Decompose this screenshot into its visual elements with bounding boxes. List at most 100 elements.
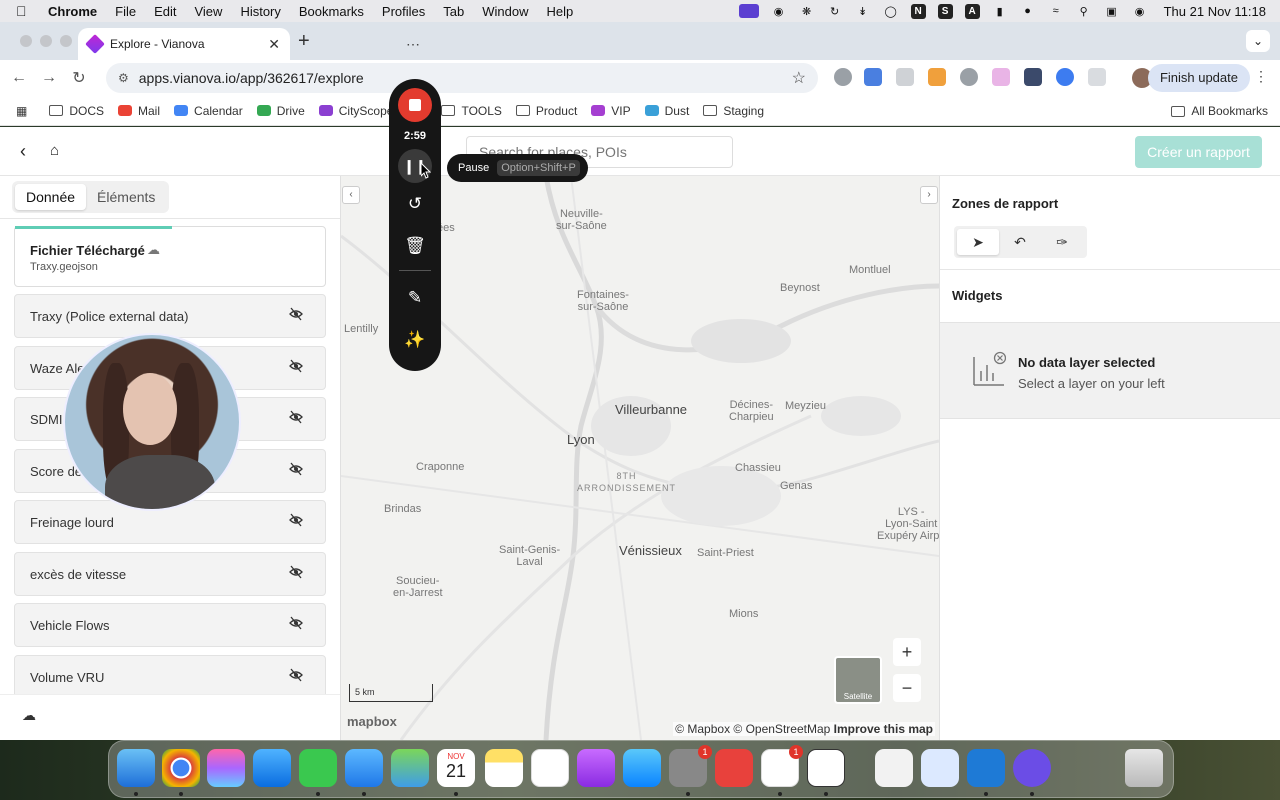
finder-icon[interactable]: [117, 749, 155, 787]
notion-status-icon[interactable]: N: [910, 3, 926, 19]
messages-icon[interactable]: [299, 749, 337, 787]
bookmark-drive[interactable]: Drive: [256, 104, 305, 118]
extensions-puzzle-icon[interactable]: [1088, 68, 1106, 86]
all-bookmarks[interactable]: All Bookmarks: [1171, 104, 1268, 118]
spotlight-search-icon[interactable]: ⚲: [1076, 4, 1092, 18]
tab-elements[interactable]: Éléments: [86, 184, 166, 210]
webcam-bubble[interactable]: [63, 333, 241, 511]
extension-new-icon[interactable]: [928, 68, 946, 86]
chevrons-down-icon[interactable]: ↡: [855, 4, 871, 18]
eye-off-icon[interactable]: [289, 668, 303, 682]
eye-off-icon[interactable]: [289, 410, 303, 424]
draw-curve-icon[interactable]: ↶: [999, 229, 1041, 255]
chrome-icon[interactable]: [162, 749, 200, 787]
menubar-clock[interactable]: Thu 21 Nov 11:18: [1164, 4, 1266, 19]
collapse-left-panel-button[interactable]: ‹: [342, 186, 360, 204]
eye-off-icon[interactable]: [289, 359, 303, 373]
layer-item[interactable]: Volume VRU: [14, 655, 326, 699]
trash-icon[interactable]: 🗑: [389, 236, 441, 256]
calendar-app-icon[interactable]: NOV 21: [437, 749, 475, 787]
back-arrow-icon[interactable]: ←: [4, 69, 34, 87]
upload-cloud-icon[interactable]: ☁: [22, 707, 36, 724]
wifi-icon[interactable]: ≈: [1048, 4, 1064, 18]
onepassword-icon[interactable]: ◯: [883, 4, 899, 18]
bookmark-dust[interactable]: Dust: [644, 104, 689, 118]
bookmark-product[interactable]: Product: [515, 104, 577, 118]
s-status-icon[interactable]: S: [937, 3, 953, 19]
draw-polygon-pen-icon[interactable]: ✑: [1041, 229, 1083, 255]
magic-wand-icon[interactable]: ✨: [389, 330, 441, 350]
app-store-icon[interactable]: [623, 749, 661, 787]
bookmark-calendar[interactable]: Calendar: [174, 104, 243, 118]
browser-tab-active[interactable]: Explore - Vianova ✕: [78, 28, 290, 60]
safari-icon[interactable]: [253, 749, 291, 787]
layer-item[interactable]: excès de vitesse: [14, 552, 326, 596]
bookmark-cityscope[interactable]: CityScope: [318, 104, 393, 118]
extension-grammarly-icon[interactable]: [960, 68, 978, 86]
eye-off-icon[interactable]: [289, 513, 303, 527]
sync-icon[interactable]: ↻: [827, 4, 843, 18]
menu-file[interactable]: File: [115, 4, 136, 19]
bookmark-vip[interactable]: VIP: [591, 104, 631, 118]
s-app-icon[interactable]: [715, 749, 753, 787]
pencil-icon[interactable]: ✎: [389, 288, 441, 308]
freeform-icon[interactable]: [531, 749, 569, 787]
launchpad-icon[interactable]: [207, 749, 245, 787]
menu-tab[interactable]: Tab: [443, 4, 464, 19]
control-center-icon[interactable]: ▣: [1104, 4, 1120, 18]
uploaded-file-card[interactable]: Fichier Téléchargé ☁ Traxy.geojson: [14, 226, 326, 287]
eye-off-icon[interactable]: [289, 307, 303, 321]
notion-icon[interactable]: [807, 749, 845, 787]
zoom-out-button[interactable]: −: [893, 674, 921, 702]
menu-bookmarks[interactable]: Bookmarks: [299, 4, 364, 19]
tab-donnee[interactable]: Donnée: [15, 184, 87, 210]
user-icon[interactable]: ●: [1020, 4, 1036, 18]
reload-icon[interactable]: ↻: [64, 68, 94, 88]
eye-off-icon[interactable]: [289, 462, 303, 476]
apps-grid-icon[interactable]: ▦: [16, 104, 27, 118]
menu-profiles[interactable]: Profiles: [382, 4, 425, 19]
gear-icon[interactable]: ❋: [799, 4, 815, 18]
home-icon[interactable]: ⌂: [50, 142, 59, 159]
preview-icon[interactable]: [921, 749, 959, 787]
extension-hex-icon[interactable]: [1024, 68, 1042, 86]
bookmark-staging[interactable]: Staging: [703, 104, 764, 118]
bookmark-star-icon[interactable]: ☆: [792, 68, 806, 88]
notes-icon[interactable]: [485, 749, 523, 787]
menu-edit[interactable]: Edit: [154, 4, 176, 19]
vscode-icon[interactable]: [967, 749, 1005, 787]
mail-icon[interactable]: [345, 749, 383, 787]
menu-view[interactable]: View: [194, 4, 222, 19]
create-report-button[interactable]: Créer un rapport: [1135, 136, 1262, 168]
textedit-icon[interactable]: [875, 749, 913, 787]
restart-icon[interactable]: ↺: [389, 194, 441, 214]
bookmark-tools[interactable]: TOOLS: [441, 104, 502, 118]
select-pointer-icon[interactable]: ➤: [957, 229, 999, 255]
new-tab-button[interactable]: +: [298, 30, 310, 53]
extension-lens-icon[interactable]: [834, 68, 852, 86]
address-bar[interactable]: ⚙ apps.vianova.io/app/362617/explore ☆: [106, 63, 818, 93]
zoom-in-button[interactable]: +: [893, 638, 921, 666]
trash-bin-icon[interactable]: [1125, 749, 1163, 787]
collapse-right-panel-button[interactable]: ›: [920, 186, 938, 204]
extension-cloud-icon[interactable]: [992, 68, 1010, 86]
siri-icon[interactable]: ◉: [1132, 4, 1148, 18]
a-status-icon[interactable]: A: [964, 3, 980, 19]
browser-menu-icon[interactable]: ⋮: [1254, 68, 1268, 85]
stop-recording-button[interactable]: [398, 88, 432, 122]
close-window-button[interactable]: [20, 35, 32, 47]
zoom-window-button[interactable]: [60, 35, 72, 47]
gear-app-icon[interactable]: [1013, 749, 1051, 787]
layer-item[interactable]: Traxy (Police external data): [14, 294, 326, 338]
layer-item[interactable]: Vehicle Flows: [14, 603, 326, 647]
maps-icon[interactable]: [391, 749, 429, 787]
eye-off-icon[interactable]: [289, 616, 303, 630]
satellite-toggle-button[interactable]: Satellite: [834, 656, 882, 704]
podcasts-icon[interactable]: [577, 749, 615, 787]
extension-qr-icon[interactable]: [896, 68, 914, 86]
finish-update-button[interactable]: Finish update: [1147, 64, 1250, 92]
tab-search-chevron-icon[interactable]: ⌄: [1246, 30, 1270, 52]
back-chevron-icon[interactable]: ‹: [20, 141, 26, 162]
tab-groups-icon[interactable]: ⋯: [406, 36, 421, 53]
improve-map-link[interactable]: Improve this map: [834, 722, 933, 736]
